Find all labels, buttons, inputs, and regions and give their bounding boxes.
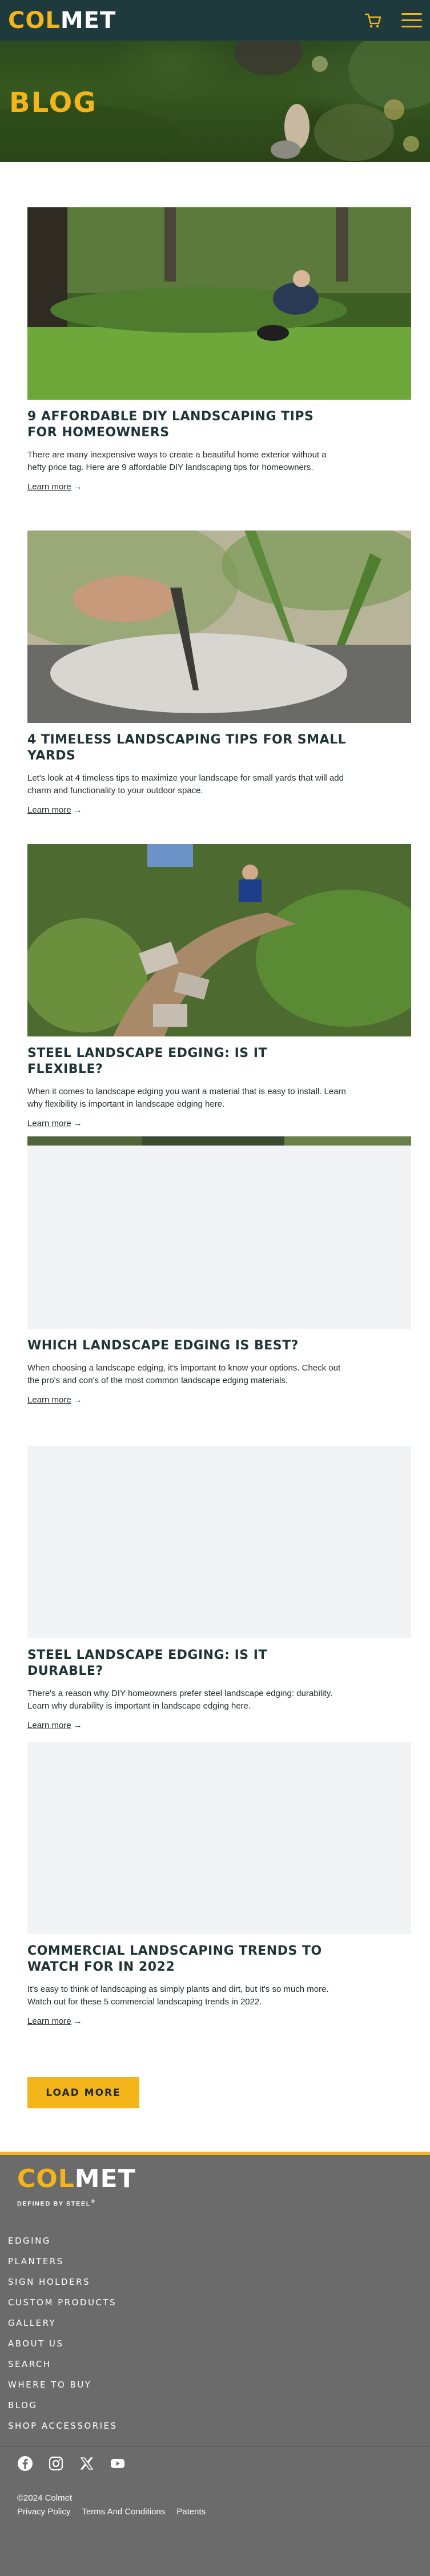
terms-link[interactable]: Terms And Conditions	[82, 2507, 165, 2517]
blog-post-card: COMMERCIAL LANDSCAPING TRENDS TO WATCH F…	[27, 1742, 411, 2027]
post-title[interactable]: COMMERCIAL LANDSCAPING TRENDS TO WATCH F…	[27, 1943, 347, 1975]
learn-more-link[interactable]: Learn more →	[27, 1395, 82, 1405]
registered-mark: ®	[90, 2199, 96, 2204]
post-excerpt: Let's look at 4 timeless tips to maximiz…	[27, 773, 344, 795]
logo-yellow-part: COL	[8, 7, 61, 34]
post-title[interactable]: WHICH LANDSCAPE EDGING IS BEST?	[27, 1338, 347, 1354]
tagline-text: DEFINED BY STEEL	[17, 2200, 91, 2208]
instagram-icon[interactable]	[48, 2456, 64, 2471]
x-twitter-icon[interactable]	[79, 2456, 95, 2471]
arrow-right-icon: →	[73, 1721, 82, 1730]
legal-links: Privacy Policy Terms And Conditions Pate…	[17, 2507, 206, 2517]
post-image[interactable]	[27, 207, 411, 400]
learn-more-label: Learn more	[27, 805, 71, 815]
blog-post-card: STEEL LANDSCAPE EDGING: IS IT FLEXIBLE? …	[27, 844, 411, 1129]
post-image[interactable]	[27, 1446, 411, 1638]
post-image[interactable]	[27, 1136, 411, 1329]
arrow-right-icon: →	[73, 482, 82, 492]
blog-post-card: 9 AFFORDABLE DIY LANDSCAPING TIPS FOR HO…	[27, 207, 411, 492]
copyright-text: ©2024 Colmet	[17, 2493, 73, 2503]
post-title[interactable]: STEEL LANDSCAPE EDGING: IS IT DURABLE?	[27, 1647, 347, 1679]
post-excerpt: There's a reason why DIY homeowners pref…	[27, 1689, 333, 1711]
colmet-logo[interactable]: COLMET	[8, 9, 116, 32]
post-excerpt: It's easy to think of landscaping as sim…	[27, 1984, 329, 2007]
cart-icon[interactable]	[363, 11, 383, 30]
footer-nav-about-us[interactable]: ABOUT US	[8, 2333, 118, 2354]
arrow-right-icon: →	[73, 805, 82, 815]
learn-more-label: Learn more	[27, 2016, 71, 2026]
site-header: COLMET	[0, 0, 430, 41]
hamburger-menu-icon[interactable]	[400, 11, 423, 30]
post-image[interactable]	[27, 844, 411, 1036]
post-excerpt: There are many inexpensive ways to creat…	[27, 450, 327, 472]
footer-nav: EDGING PLANTERS SIGN HOLDERS CUSTOM PROD…	[8, 2231, 118, 2436]
footer-nav-blog[interactable]: BLOG	[8, 2395, 118, 2416]
menu-line	[401, 13, 422, 15]
arrow-right-icon: →	[73, 1395, 82, 1405]
post-image[interactable]	[27, 1742, 411, 1934]
arrow-right-icon: →	[73, 1119, 82, 1128]
footer-nav-custom-products[interactable]: CUSTOM PRODUCTS	[8, 2292, 118, 2313]
learn-more-link[interactable]: Learn more →	[27, 805, 82, 815]
youtube-icon[interactable]	[110, 2456, 126, 2471]
blog-post-card: 4 TIMELESS LANDSCAPING TIPS FOR SMALL YA…	[27, 531, 411, 815]
footer-divider	[0, 2446, 430, 2447]
learn-more-link[interactable]: Learn more →	[27, 1721, 82, 1730]
menu-line	[401, 19, 422, 21]
post-title[interactable]: 9 AFFORDABLE DIY LANDSCAPING TIPS FOR HO…	[27, 409, 347, 441]
load-more-button[interactable]: LOAD MORE	[27, 2077, 139, 2108]
learn-more-label: Learn more	[27, 1721, 71, 1730]
post-title[interactable]: STEEL LANDSCAPE EDGING: IS IT FLEXIBLE?	[27, 1046, 347, 1078]
learn-more-label: Learn more	[27, 1119, 71, 1128]
footer-nav-planters[interactable]: PLANTERS	[8, 2251, 118, 2272]
footer-nav-sign-holders[interactable]: SIGN HOLDERS	[8, 2272, 118, 2292]
post-title[interactable]: 4 TIMELESS LANDSCAPING TIPS FOR SMALL YA…	[27, 732, 347, 764]
footer-nav-shop-accessories[interactable]: SHOP ACCESSORIES	[8, 2416, 118, 2436]
footer-nav-search[interactable]: SEARCH	[8, 2354, 118, 2374]
footer-nav-gallery[interactable]: GALLERY	[8, 2313, 118, 2333]
page-title: BLOG	[9, 87, 97, 119]
logo-white-part: MET	[74, 2164, 136, 2193]
learn-more-label: Learn more	[27, 482, 71, 492]
post-excerpt: When it comes to landscape edging you wa…	[27, 1087, 346, 1109]
learn-more-link[interactable]: Learn more →	[27, 1119, 82, 1128]
footer-nav-where-to-buy[interactable]: WHERE TO BUY	[8, 2374, 118, 2395]
arrow-right-icon: →	[73, 2016, 82, 2026]
menu-line	[401, 26, 422, 27]
hero-banner: BLOG	[0, 41, 430, 162]
patents-link[interactable]: Patents	[176, 2507, 206, 2517]
footer-tagline: DEFINED BY STEEL®	[17, 2199, 95, 2208]
logo-yellow-part: COL	[17, 2164, 75, 2193]
blog-post-card: WHICH LANDSCAPE EDGING IS BEST? When cho…	[27, 1136, 411, 1405]
footer-colmet-logo[interactable]: COLMET	[17, 2167, 136, 2192]
learn-more-link[interactable]: Learn more →	[27, 2016, 82, 2026]
footer-nav-edging[interactable]: EDGING	[8, 2231, 118, 2251]
post-image[interactable]	[27, 531, 411, 723]
facebook-icon[interactable]	[17, 2456, 33, 2471]
logo-white-part: MET	[60, 7, 116, 34]
blog-post-card: STEEL LANDSCAPE EDGING: IS IT DURABLE? T…	[27, 1446, 411, 1731]
learn-more-link[interactable]: Learn more →	[27, 482, 82, 492]
learn-more-label: Learn more	[27, 1395, 71, 1405]
post-excerpt: When choosing a landscape edging, it's i…	[27, 1363, 341, 1385]
site-footer: COLMET DEFINED BY STEEL® EDGING PLANTERS…	[0, 2155, 430, 2576]
privacy-policy-link[interactable]: Privacy Policy	[17, 2507, 70, 2517]
social-links	[17, 2456, 126, 2471]
